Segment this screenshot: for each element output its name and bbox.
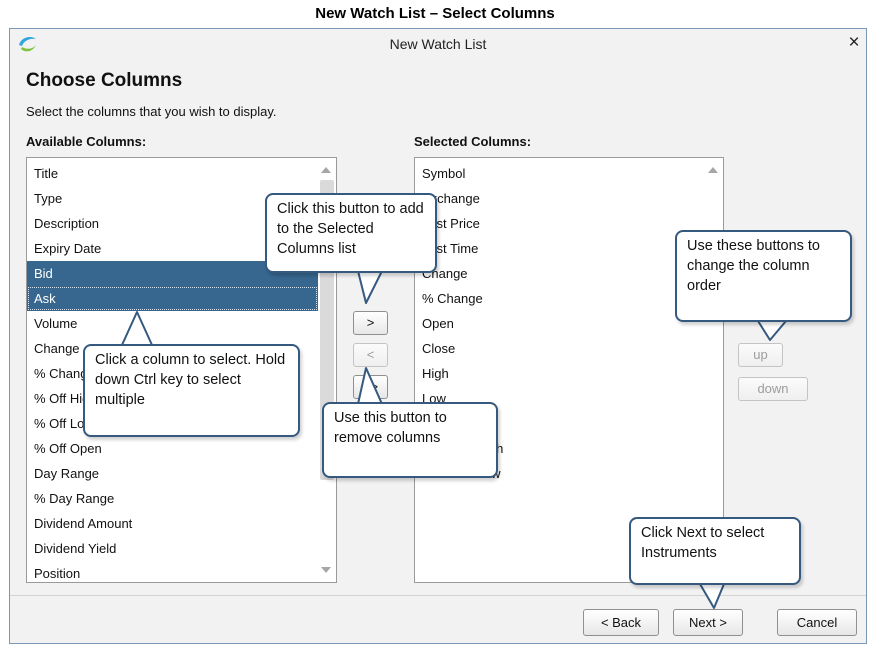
list-item[interactable]: Day Range bbox=[27, 461, 318, 486]
footer-separator bbox=[10, 595, 866, 596]
list-item[interactable]: High bbox=[415, 361, 705, 386]
add-column-button[interactable]: > bbox=[353, 311, 388, 335]
available-columns-label: Available Columns: bbox=[26, 134, 147, 149]
dialog-heading: Choose Columns bbox=[26, 70, 183, 91]
scroll-up-arrow-icon[interactable] bbox=[708, 167, 718, 173]
add-button-callout: Click this button to add to the Selected… bbox=[265, 193, 437, 273]
list-item[interactable]: % Off Open bbox=[27, 436, 318, 461]
page-title: New Watch List – Select Columns bbox=[315, 5, 555, 22]
list-item[interactable]: Open bbox=[415, 311, 705, 336]
list-item[interactable]: Change bbox=[415, 261, 705, 286]
list-item[interactable]: % Day Range bbox=[27, 486, 318, 511]
list-item[interactable]: Title bbox=[27, 161, 318, 186]
add-all-columns-button[interactable]: >> bbox=[353, 375, 388, 399]
list-item[interactable]: Dividend Yield bbox=[27, 536, 318, 561]
list-item[interactable]: Exchange bbox=[415, 186, 705, 211]
cancel-button[interactable]: Cancel bbox=[777, 609, 857, 636]
close-button[interactable]: × bbox=[844, 32, 864, 54]
list-item[interactable]: Volume bbox=[27, 311, 318, 336]
move-down-button[interactable]: down bbox=[738, 377, 808, 401]
list-item[interactable]: Position bbox=[27, 561, 318, 582]
list-item[interactable]: Symbol bbox=[415, 161, 705, 186]
order-buttons-callout: Use these buttons to change the column o… bbox=[675, 230, 852, 322]
selected-columns-label: Selected Columns: bbox=[414, 134, 532, 149]
scroll-up-arrow-icon[interactable] bbox=[321, 167, 331, 173]
list-item[interactable]: % Change bbox=[415, 286, 705, 311]
select-column-callout: Click a column to select. Hold down Ctrl… bbox=[83, 344, 300, 437]
remove-column-button[interactable]: < bbox=[353, 343, 388, 367]
list-item[interactable]: Ask bbox=[27, 286, 318, 311]
list-item[interactable]: Dividend Amount bbox=[27, 511, 318, 536]
dialog-subheading: Select the columns that you wish to disp… bbox=[26, 104, 277, 119]
list-item[interactable]: Close bbox=[415, 336, 705, 361]
title-bar: New Watch List × bbox=[10, 29, 866, 59]
next-button-callout: Click Next to select Instruments bbox=[629, 517, 801, 585]
back-button[interactable]: < Back bbox=[583, 609, 659, 636]
move-up-button[interactable]: up bbox=[738, 343, 783, 367]
list-item[interactable]: Last Price bbox=[415, 211, 705, 236]
scroll-down-arrow-icon[interactable] bbox=[321, 567, 331, 573]
list-item[interactable]: Last Time bbox=[415, 236, 705, 261]
remove-button-callout: Use this button to remove columns bbox=[322, 402, 498, 478]
next-button[interactable]: Next > bbox=[673, 609, 743, 636]
window-title: New Watch List bbox=[389, 36, 487, 52]
